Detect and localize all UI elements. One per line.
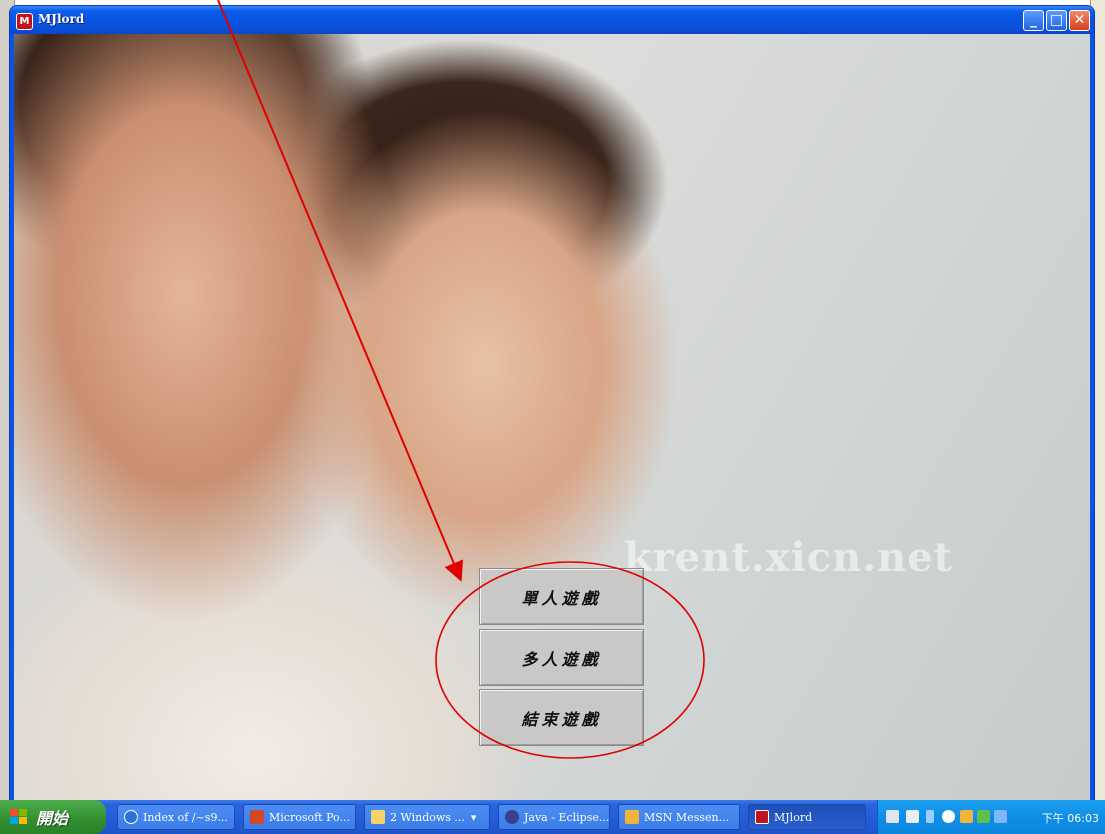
start-label: 開始 [36,809,69,828]
start-button[interactable]: 開始 [0,800,106,834]
game-background-image: krent.xicn.net 單人遊戲 多人遊戲 結束遊戲 [14,34,1090,800]
taskbar-item-msn[interactable]: MSN Messen... [618,804,740,830]
folder-icon [371,810,385,824]
mjlord-window: M MJlord _ □ ✕ krent.xicn.net 單人遊戲 多人遊戲 … [10,6,1094,800]
taskbar-item-powerpoint[interactable]: Microsoft Po... [243,804,356,830]
maximize-icon: □ [1049,12,1064,28]
taskbar-item-label: Microsoft Po... [269,810,350,824]
maximize-button[interactable]: □ [1046,10,1067,31]
app-icon[interactable]: M [16,13,33,30]
minimize-button[interactable]: _ [1023,10,1044,31]
taskbar-item-label: MSN Messen... [644,810,730,824]
multi-player-button[interactable]: 多人遊戲 [479,629,644,686]
taskbar-item-eclipse[interactable]: Java - Eclipse... [498,804,610,830]
taskbar: 開始 Index of /~s9... Microsoft Po... 2 Wi… [0,800,1105,834]
close-button[interactable]: ✕ [1069,10,1090,31]
watermark-text: krent.xicn.net [624,534,954,581]
minimize-icon: _ [1030,12,1037,28]
keyboard-icon[interactable] [886,810,899,823]
taskbar-item-windows-group[interactable]: 2 Windows ... ▾ [364,804,490,830]
taskbar-item-label: Index of /~s9... [143,810,228,824]
title-bar[interactable]: M MJlord _ □ ✕ [10,6,1094,34]
system-tray: 下午 06:03 [877,800,1105,834]
window-title: MJlord [38,12,85,26]
group-expand-icon: ▾ [470,810,477,824]
single-player-button[interactable]: 單人遊戲 [479,568,644,625]
powerpoint-icon [250,810,264,824]
taskbar-item-label: MJlord [774,810,813,824]
volume-tray-icon[interactable] [994,810,1007,823]
taskbar-item-mjlord[interactable]: MJlord [748,804,866,830]
taskbar-item-label: Java - Eclipse... [524,810,610,824]
taskbar-item-browser[interactable]: Index of /~s9... [117,804,235,830]
expand-tray-icon[interactable] [942,810,955,823]
eclipse-icon [505,810,519,824]
network-tray-icon[interactable] [977,810,990,823]
exit-game-button[interactable]: 結束遊戲 [479,689,644,746]
close-icon: ✕ [1073,12,1086,28]
msn-tray-icon[interactable] [960,810,973,823]
mjlord-icon [755,810,769,824]
windows-logo-icon [10,809,28,825]
help-icon[interactable] [906,810,919,823]
taskbar-item-label: 2 Windows ... [390,810,465,824]
clock: 下午 06:03 [1041,812,1099,825]
browser-icon [124,810,138,824]
tray-arrows-icon[interactable] [926,810,934,823]
msn-icon [625,810,639,824]
